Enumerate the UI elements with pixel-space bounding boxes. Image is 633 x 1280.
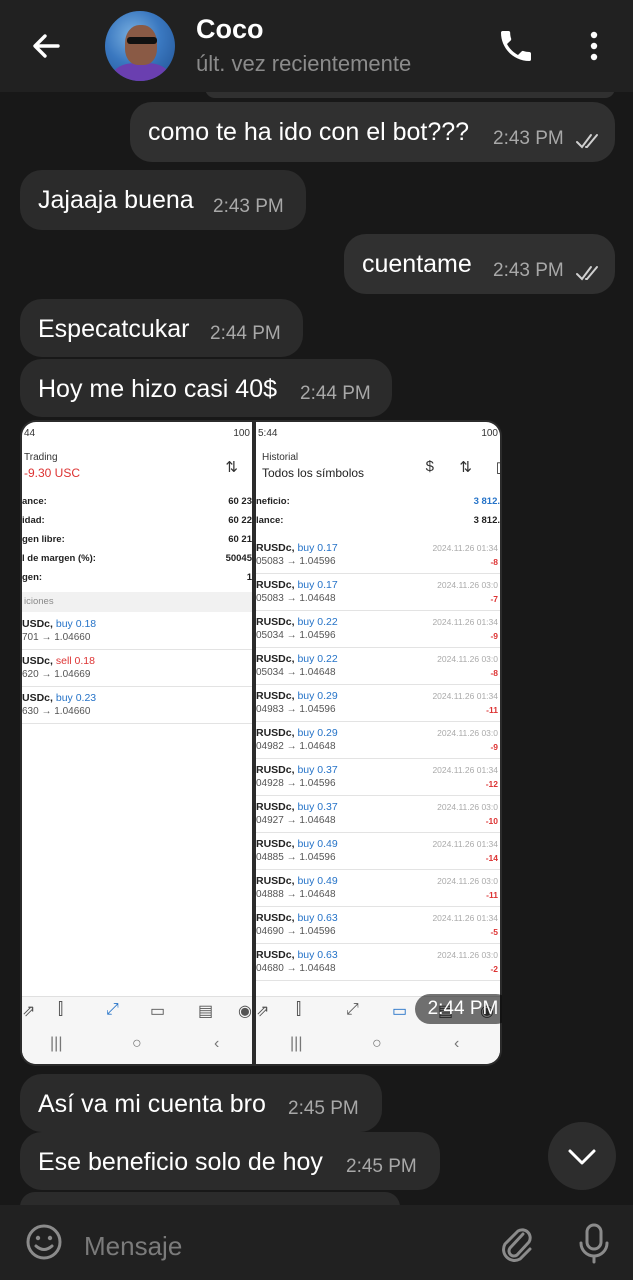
message-bubble[interactable]: Especatcukar 2:44 PM [20, 299, 303, 357]
message-bubble[interactable]: Jajaaja buena 2:43 PM [20, 170, 306, 230]
chat-header: Coco últ. vez recientemente [0, 0, 633, 92]
message-bubble[interactable]: Así va mi cuenta bro 2:45 PM [20, 1074, 382, 1132]
message-text: cuentame [362, 250, 472, 278]
double-check-icon [576, 266, 598, 281]
message-time: 2:44 PM [415, 994, 502, 1024]
message-time: 2:44 PM [300, 383, 371, 404]
more-vert-icon[interactable] [574, 26, 614, 66]
emoji-icon[interactable] [24, 1222, 64, 1262]
chevron-down-icon [568, 1149, 596, 1165]
message-time: 2:43 PM [213, 196, 284, 217]
panel-subtitle: Todos los símbolos [262, 466, 365, 480]
history-row: RUSDc, buy 0.29 04983 → 1.04596 2024.11.26… [256, 686, 500, 722]
history-row: RUSDc, buy 0.49 04888 → 1.04648 2024.11.26… [256, 871, 500, 907]
history-row: RUSDc, buy 0.17 05083 → 1.04648 2024.11.26… [256, 575, 500, 611]
panel-subtitle: -9.30 USC [24, 466, 81, 480]
panel-title: Trading [24, 452, 58, 463]
history-row: RUSDc, buy 0.49 04885 → 1.04596 2024.11.26… [256, 834, 500, 870]
trading-screenshot: 44 100 Trading -9.30 USC ⇅ ance: 60 23 ida… [22, 422, 252, 1064]
history-row: RUSDc, buy 0.37 04927 → 1.04648 2024.11.26… [256, 797, 500, 833]
scroll-down-button[interactable] [548, 1122, 616, 1190]
message-bubble[interactable]: cuentame 2:43 PM [344, 234, 615, 294]
message-bubble[interactable]: como te ha ido con el bot??? 2:43 PM [130, 102, 615, 162]
history-row: RUSDc, buy 0.17 05083 → 1.04596 2024.11.26… [256, 538, 500, 574]
history-row: RUSDc, buy 0.37 04928 → 1.04596 2024.11.26… [256, 760, 500, 796]
history-row: RUSDc, buy 0.63 04690 → 1.04596 2024.11.26… [256, 908, 500, 944]
message-time: 2:45 PM [346, 1156, 417, 1177]
message-bubble[interactable] [20, 1192, 400, 1205]
message-text: Jajaaja buena [38, 186, 194, 214]
message-text: Hoy me hizo casi 40$ [38, 375, 278, 403]
message-time: 2:43 PM [493, 128, 564, 149]
message-input[interactable]: Mensaje [84, 1231, 182, 1262]
arrow-back-icon[interactable] [28, 28, 64, 64]
paperclip-icon[interactable] [496, 1221, 536, 1265]
history-row: RUSDc, buy 0.22 05034 → 1.04648 2024.11.26… [256, 649, 500, 685]
avatar[interactable] [105, 11, 175, 81]
message-text: como te ha ido con el bot??? [148, 118, 470, 146]
message-time: 2:43 PM [493, 260, 564, 281]
message-list[interactable]: como te ha ido con el bot??? 2:43 PM Jaj… [0, 92, 633, 1205]
contact-name[interactable]: Coco [196, 14, 264, 45]
message-bubble[interactable]: Hoy me hizo casi 40$ 2:44 PM [20, 359, 392, 417]
history-row: RUSDc, buy 0.29 04982 → 1.04648 2024.11.26… [256, 723, 500, 759]
message-bubble[interactable] [205, 92, 615, 98]
contact-status: últ. vez recientemente [196, 51, 412, 76]
message-time: 2:45 PM [288, 1098, 359, 1119]
composer: Mensaje [0, 1205, 633, 1280]
history-screenshot: 5:44 100 Historial Todos los símbolos $ ⇅… [256, 422, 500, 1064]
message-text: Especatcukar [38, 315, 190, 343]
sort-icon: ⇅ [225, 459, 238, 476]
microphone-icon[interactable] [574, 1221, 614, 1265]
panel-title: Historial [262, 452, 299, 463]
message-text: Ese beneficio solo de hoy [38, 1148, 323, 1176]
message-time: 2:44 PM [210, 323, 281, 344]
history-row: RUSDc, buy 0.63 04680 → 1.04648 2024.11.26… [256, 945, 500, 981]
phone-icon[interactable] [496, 26, 536, 66]
message-text: Así va mi cuenta bro [38, 1090, 266, 1118]
double-check-icon [576, 134, 598, 149]
history-row: RUSDc, buy 0.22 05034 → 1.04596 2024.11.26… [256, 612, 500, 648]
message-bubble[interactable]: Ese beneficio solo de hoy 2:45 PM [20, 1132, 440, 1190]
image-message[interactable]: 44 100 Trading -9.30 USC ⇅ ance: 60 23 ida… [20, 420, 502, 1066]
